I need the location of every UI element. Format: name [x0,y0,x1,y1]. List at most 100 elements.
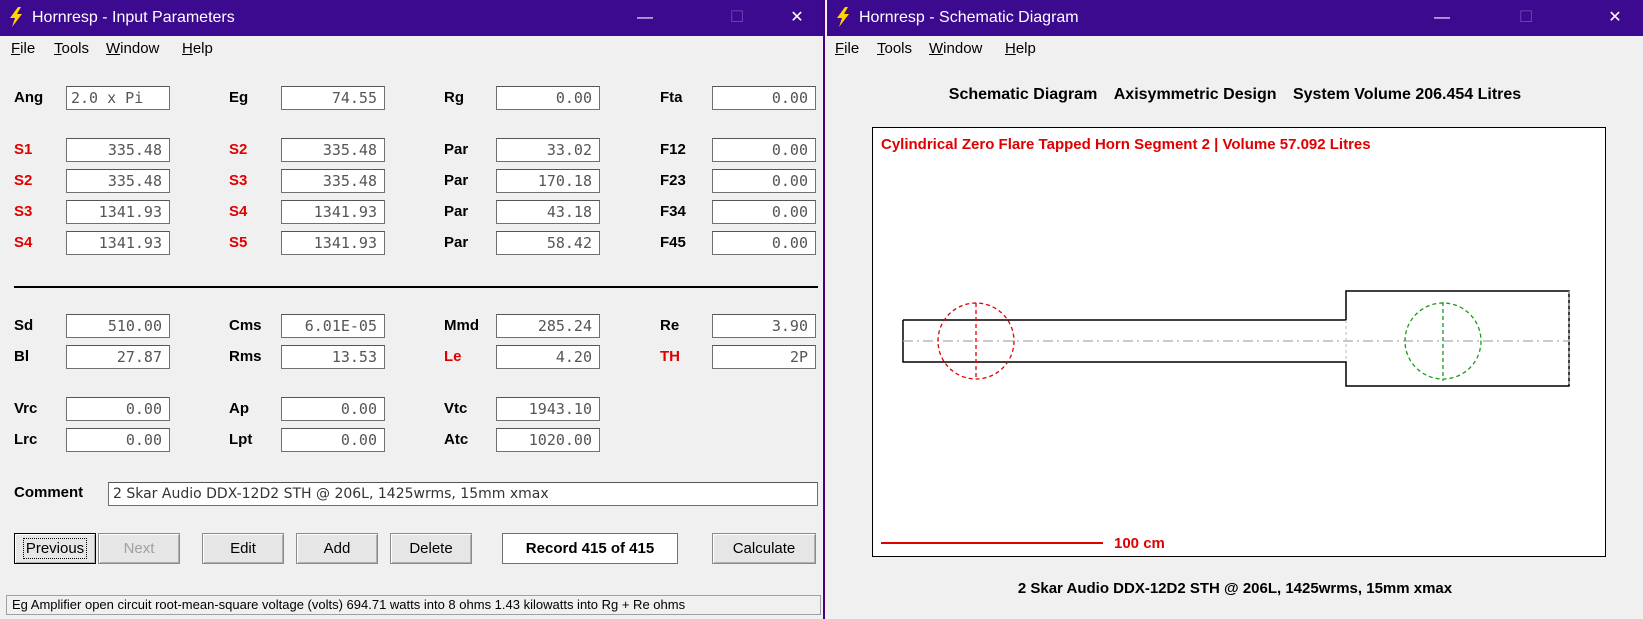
param-label: Mmd [444,317,479,334]
input-parameters-window: Hornresp - Input Parameters — ☐ ✕ File T… [0,0,825,619]
record-indicator: Record 415 of 415 [502,533,678,564]
param-label: S2 [229,141,248,158]
param-field[interactable]: 170.18 [496,169,600,193]
param-label: TH [660,348,680,365]
header-volume: System Volume 206.454 Litres [1292,86,1522,103]
param-label: S3 [229,172,248,189]
param-field[interactable]: 0.00 [712,169,816,193]
param-label: S1 [14,141,33,158]
param-label: Atc [444,431,469,448]
title-bar[interactable]: Hornresp - Schematic Diagram — ☐ ✕ [827,0,1643,36]
param-field[interactable]: 33.02 [496,138,600,162]
param-field[interactable]: 0.00 [281,428,385,452]
param-label: Rg [444,89,464,106]
menu-bar: File Tools Window Help [827,36,1643,60]
param-field[interactable]: 43.18 [496,200,600,224]
maximize-button[interactable]: ☐ [714,6,760,30]
calculate-button[interactable]: Calculate [712,533,816,564]
minimize-button[interactable]: — [1419,6,1465,30]
menu-help[interactable]: Help [1005,40,1036,57]
param-field[interactable]: 1341.93 [281,200,385,224]
param-label: Cms [229,317,262,334]
param-label: Lrc [14,431,38,448]
param-label: Le [444,348,462,365]
param-field[interactable]: 1341.93 [281,231,385,255]
horn-schematic [881,290,1570,544]
param-label: Ap [229,400,249,417]
horn-body-outline [902,290,1570,387]
param-label: Bl [14,348,29,365]
param-field[interactable]: 285.24 [496,314,600,338]
param-label: Par [444,172,469,189]
param-field[interactable]: 13.53 [281,345,385,369]
menu-tools[interactable]: Tools [877,40,912,57]
param-field[interactable]: 58.42 [496,231,600,255]
param-label: Par [444,203,469,220]
param-label: F23 [660,172,686,189]
param-field[interactable]: 0.00 [496,86,600,110]
param-label: F45 [660,234,686,251]
param-field[interactable]: 0.00 [712,231,816,255]
param-label: Vrc [14,400,38,417]
previous-label: Previous [22,538,88,559]
param-field[interactable]: 0.00 [66,397,170,421]
window-title: Hornresp - Schematic Diagram [859,9,1079,26]
param-field[interactable]: 335.48 [66,169,170,193]
header-schematic: Schematic Diagram [948,86,1098,103]
window-title: Hornresp - Input Parameters [32,9,235,26]
param-field[interactable]: 0.00 [712,138,816,162]
param-field[interactable]: 335.48 [66,138,170,162]
param-field[interactable]: 1020.00 [496,428,600,452]
param-field[interactable]: 4.20 [496,345,600,369]
edit-button[interactable]: Edit [202,533,284,564]
scale-label: 100 cm [1114,535,1165,552]
param-field[interactable]: 2.0 x Pi [66,86,170,110]
comment-field[interactable]: 2 Skar Audio DDX-12D2 STH @ 206L, 1425wr… [108,482,818,506]
param-field[interactable]: 3.90 [712,314,816,338]
menu-tools[interactable]: Tools [54,40,89,57]
param-label: Sd [14,317,34,334]
param-field[interactable]: 6.01E-05 [281,314,385,338]
param-field[interactable]: 1341.93 [66,200,170,224]
param-field[interactable]: 27.87 [66,345,170,369]
menu-file[interactable]: File [11,40,35,57]
param-label: Fta [660,89,683,106]
param-field[interactable]: 0.00 [712,200,816,224]
param-field[interactable]: 1943.10 [496,397,600,421]
title-bar[interactable]: Hornresp - Input Parameters — ☐ ✕ [0,0,823,36]
param-field[interactable]: 335.48 [281,169,385,193]
param-label: S3 [14,203,33,220]
add-button[interactable]: Add [296,533,378,564]
menu-help[interactable]: Help [182,40,213,57]
param-field[interactable]: 2P [712,345,816,369]
param-label: F34 [660,203,686,220]
param-field[interactable]: 1341.93 [66,231,170,255]
param-field[interactable]: 510.00 [66,314,170,338]
param-label: Ang [14,89,44,106]
param-field[interactable]: 0.00 [281,397,385,421]
param-label: Lpt [229,431,253,448]
param-field[interactable]: 74.55 [281,86,385,110]
schematic-diagram-window: Hornresp - Schematic Diagram — ☐ ✕ File … [827,0,1643,619]
param-field[interactable]: 0.00 [66,428,170,452]
param-label: Eg [229,89,249,106]
menu-window[interactable]: Window [106,40,159,57]
status-bar: Eg Amplifier open circuit root-mean-squa… [6,595,821,615]
minimize-button[interactable]: — [622,6,668,30]
menu-window[interactable]: Window [929,40,982,57]
previous-button[interactable]: Previous [14,533,96,564]
schematic-header: Schematic Diagram Axisymmetric Design Sy… [827,86,1643,104]
delete-button[interactable]: Delete [390,533,472,564]
next-button[interactable]: Next [98,533,180,564]
param-label: S4 [229,203,248,220]
menu-file[interactable]: File [835,40,859,57]
param-label: Par [444,141,469,158]
maximize-button[interactable]: ☐ [1503,6,1549,30]
param-label: Re [660,317,680,334]
close-button[interactable]: ✕ [1592,6,1638,30]
param-field[interactable]: 0.00 [712,86,816,110]
schematic-canvas: Cylindrical Zero Flare Tapped Horn Segme… [872,127,1606,557]
param-field[interactable]: 335.48 [281,138,385,162]
param-label: S4 [14,234,33,251]
close-button[interactable]: ✕ [774,6,820,30]
